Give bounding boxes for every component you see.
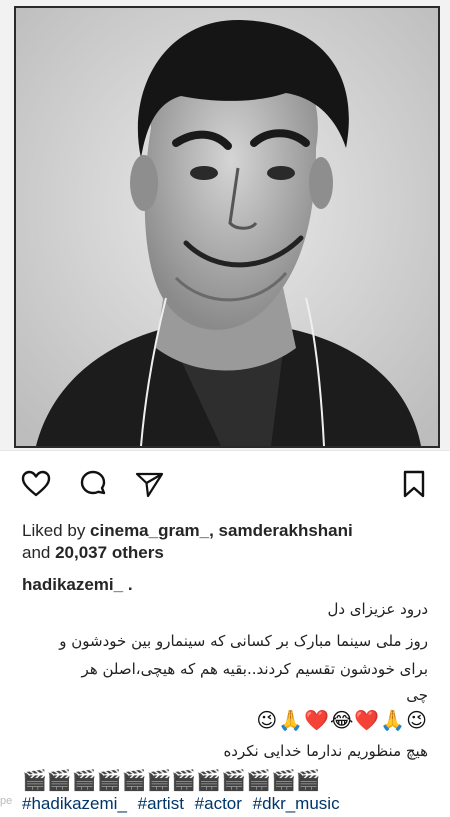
post-actions	[0, 462, 450, 506]
hashtag-artist[interactable]: #artist	[138, 794, 184, 813]
caption-line-1: درود عزیزای دل	[327, 600, 428, 618]
comment-icon[interactable]	[77, 468, 109, 500]
hashtag-list: #hadikazemi_ #artist #actor #dkr_music	[22, 794, 346, 814]
caption-line-5: هیچ منظوریم ندارما خدایی نکرده	[223, 742, 428, 760]
caption-line-2: روز ملی سینما مبارک بر کسانی که سینمارو …	[59, 632, 428, 650]
send-icon[interactable]	[133, 468, 165, 500]
hashtag-dkr-music[interactable]: #dkr_music	[253, 794, 340, 813]
caption-emojis: 😉🙏❤️😂❤️🙏😉	[256, 708, 428, 732]
caption-line-4: چی	[406, 686, 428, 704]
hashtag-hadikazemi[interactable]: #hadikazemi_	[22, 794, 127, 813]
liked-by-users[interactable]: cinema_gram_, samderakhshani	[90, 521, 353, 540]
likes-summary[interactable]: Liked by cinema_gram_, samderakhshani an…	[22, 520, 432, 564]
post-image[interactable]	[14, 6, 440, 448]
post-image-frame	[0, 0, 450, 451]
bookmark-icon[interactable]	[398, 468, 430, 500]
likes-others[interactable]: 20,037 others	[55, 543, 164, 562]
likes-and: and	[22, 543, 56, 562]
caption-clapper-emojis: 🎬🎬🎬🎬🎬🎬🎬🎬🎬🎬🎬🎬	[22, 768, 321, 792]
likes-prefix: Liked by	[22, 521, 91, 540]
hashtag-actor[interactable]: #actor	[195, 794, 242, 813]
caption-line-3: برای خودشون تقسیم کردند..بقیه هم که هیچی…	[81, 660, 428, 678]
post-author[interactable]: hadikazemi_ .	[22, 575, 133, 595]
heart-icon[interactable]	[20, 468, 52, 500]
watermark: pe	[0, 795, 13, 807]
